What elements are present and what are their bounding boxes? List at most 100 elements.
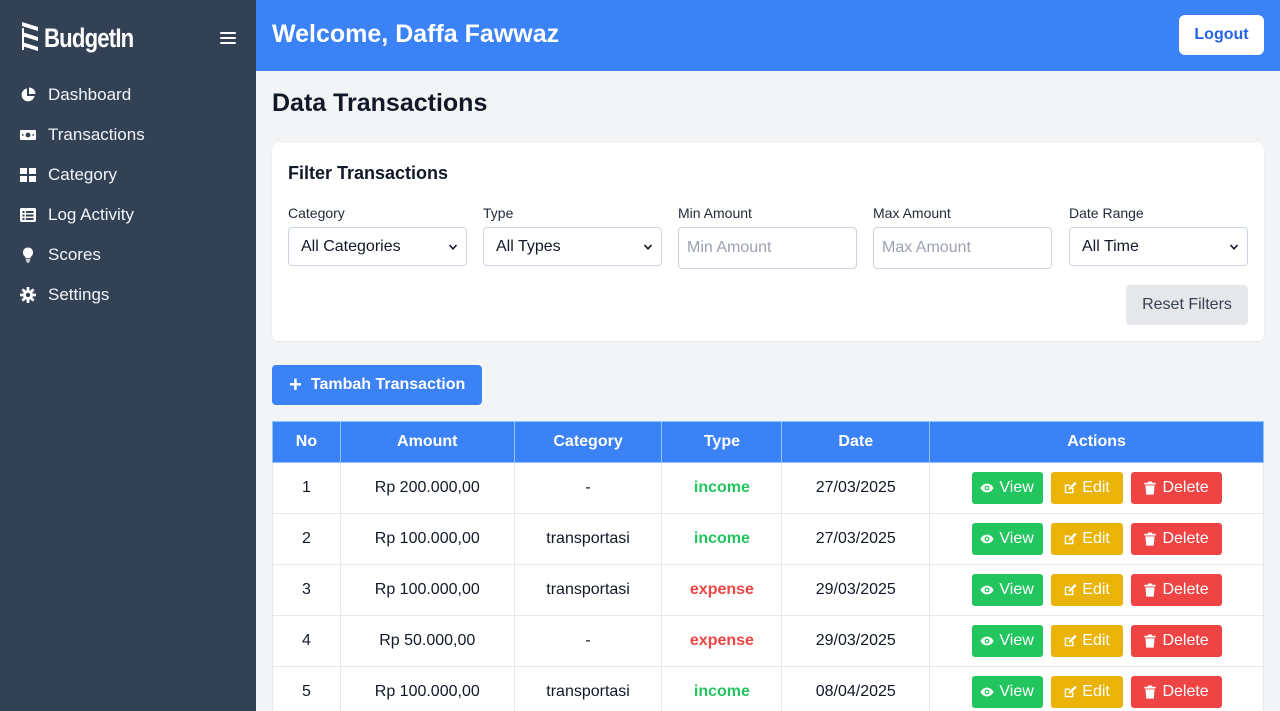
edit-icon (1065, 532, 1077, 545)
view-button[interactable]: View (971, 676, 1043, 708)
trash-icon (1144, 583, 1157, 597)
cell-actions: View Edit Delete (929, 513, 1264, 565)
eye-icon (980, 534, 994, 544)
delete-button[interactable]: Delete (1130, 472, 1222, 504)
table-row: 5 Rp 100.000,00 transportasi income 08/04/20… (272, 666, 1264, 711)
category-select[interactable]: All Categories (288, 227, 467, 266)
cell-amount: Rp 200.000,00 (339, 462, 515, 514)
filter-title: Filter Transactions (288, 163, 449, 183)
sidebar: BudgetIn Dashboard Transactions Category (0, 0, 256, 711)
hamburger-menu-icon[interactable] (220, 32, 236, 46)
edit-button[interactable]: Edit (1050, 625, 1123, 657)
trash-icon (1144, 634, 1157, 648)
chart-pie-icon (20, 87, 36, 103)
column-header-date[interactable]: Date (781, 421, 931, 463)
sidebar-item-transactions[interactable]: Transactions (0, 115, 256, 155)
column-header-no[interactable]: No (272, 421, 341, 463)
edit-label: Edit (1082, 530, 1110, 547)
sidebar-nav: Dashboard Transactions Category Log Acti… (0, 75, 256, 315)
table-row: 4 Rp 50.000,00- expense 29/03/2025 View Edit D… (272, 615, 1264, 667)
edit-label: Edit (1082, 632, 1110, 649)
chevron-down-icon (1229, 243, 1239, 250)
category-filter: Category All Categories (288, 205, 467, 266)
table-row: 2 Rp 100.000,00 transportasi income 27/03/20… (272, 513, 1264, 565)
delete-button[interactable]: Delete (1130, 523, 1222, 555)
delete-button[interactable]: Delete (1130, 574, 1222, 606)
view-button[interactable]: View (971, 523, 1043, 555)
max-amount-input[interactable] (873, 227, 1052, 269)
delete-label: Delete (1162, 632, 1209, 649)
cell-no: 5 (272, 666, 341, 711)
eye-icon (980, 483, 994, 493)
type-filter: Type All Types (483, 205, 662, 266)
sidebar-item-settings[interactable]: Settings (0, 275, 256, 315)
cell-category: - (513, 615, 663, 667)
welcome-message: Welcome, Daffa Fawwaz (272, 20, 560, 48)
edit-label: Edit (1082, 479, 1110, 496)
column-header-amount[interactable]: Amount (339, 421, 515, 463)
table-row: 1 Rp 200.000,00- income 27/03/2025 View Edit D… (272, 462, 1264, 514)
category-select-value: All Categories (301, 237, 401, 255)
cell-type: income (661, 462, 783, 514)
edit-icon (1065, 583, 1077, 596)
delete-button[interactable]: Delete (1130, 625, 1222, 657)
chevron-down-icon (643, 243, 653, 250)
edit-button[interactable]: Edit (1050, 676, 1123, 708)
delete-label: Delete (1162, 683, 1209, 700)
trash-icon (1144, 532, 1157, 546)
sidebar-item-label: Log Activity (48, 205, 134, 224)
edit-button[interactable]: Edit (1050, 472, 1123, 504)
date-range-select[interactable]: All Time (1069, 227, 1248, 266)
transactions-table-wrap: No Amount Category Type Date Actions 1 Rp… (272, 421, 1264, 711)
cell-type: expense (661, 615, 783, 667)
view-button[interactable]: View (971, 472, 1043, 504)
sidebar-item-log-activity[interactable]: Log Activity (0, 195, 256, 235)
view-button[interactable]: View (971, 574, 1043, 606)
logout-button[interactable]: Logout (1179, 15, 1264, 55)
sidebar-item-scores[interactable]: Scores (0, 235, 256, 275)
column-header-type[interactable]: Type (661, 421, 783, 463)
grid-icon (20, 167, 36, 183)
transactions-table: No Amount Category Type Date Actions 1 Rp… (272, 421, 1264, 711)
table-row: 3 Rp 100.000,00 transportasi expense 29/03/2… (272, 564, 1264, 616)
cell-date: 27/03/2025 (781, 462, 931, 514)
edit-icon (1065, 481, 1077, 494)
delete-label: Delete (1162, 581, 1209, 598)
sidebar-item-dashboard[interactable]: Dashboard (0, 75, 256, 115)
plus-icon: + (289, 372, 302, 397)
brand-logo[interactable]: BudgetIn (20, 19, 153, 57)
cell-actions: View Edit Delete (929, 462, 1264, 514)
add-transaction-button[interactable]: + Tambah Transaction (272, 365, 482, 405)
cell-amount: Rp 100.000,00 (339, 564, 515, 616)
trash-icon (1144, 685, 1157, 699)
sidebar-item-category[interactable]: Category (0, 155, 256, 195)
sidebar-item-label: Transactions (48, 125, 145, 144)
edit-icon (1065, 685, 1077, 698)
type-select[interactable]: All Types (483, 227, 662, 266)
view-button[interactable]: View (971, 625, 1043, 657)
delete-button[interactable]: Delete (1130, 676, 1222, 708)
delete-label: Delete (1162, 530, 1209, 547)
edit-label: Edit (1082, 581, 1110, 598)
cell-date: 29/03/2025 (781, 564, 931, 616)
column-header-category[interactable]: Category (513, 421, 663, 463)
add-transaction-label: Tambah Transaction (310, 376, 466, 393)
min-amount-input[interactable] (678, 227, 857, 269)
type-select-value: All Types (496, 237, 561, 255)
list-icon (20, 207, 36, 223)
eye-icon (980, 585, 994, 595)
money-bill-icon (20, 127, 36, 143)
cell-actions: View Edit Delete (929, 564, 1264, 616)
chevron-down-icon (448, 243, 458, 250)
min-amount-label: Min Amount (678, 205, 752, 221)
edit-label: Edit (1082, 683, 1110, 700)
gear-icon (20, 287, 36, 303)
table-body: 1 Rp 200.000,00- income 27/03/2025 View Edit D… (272, 462, 1264, 711)
edit-button[interactable]: Edit (1050, 523, 1123, 555)
cell-type: income (661, 666, 783, 711)
edit-button[interactable]: Edit (1050, 574, 1123, 606)
type-filter-label: Type (483, 205, 514, 221)
reset-filters-button[interactable]: Reset Filters (1126, 285, 1248, 325)
trash-icon (1144, 481, 1157, 495)
lightbulb-icon (20, 247, 36, 263)
